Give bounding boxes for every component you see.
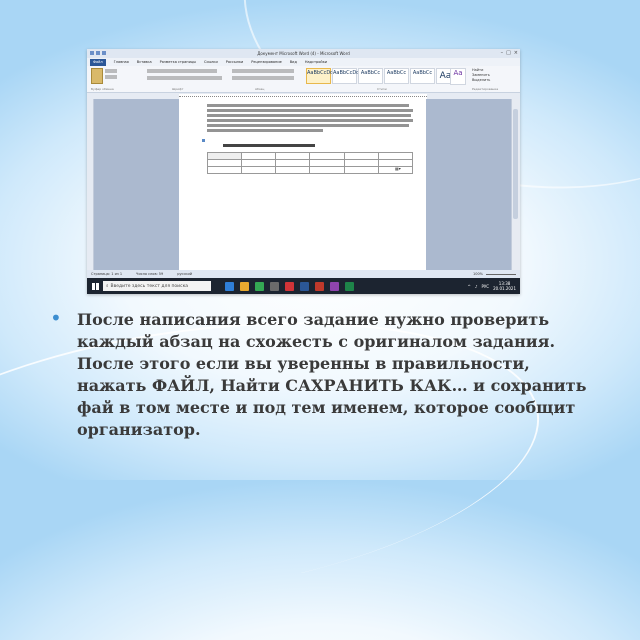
maximize-icon[interactable]: □ — [506, 50, 511, 56]
word-icon[interactable] — [300, 281, 309, 291]
chrome-icon[interactable] — [255, 281, 264, 291]
tray-language[interactable]: РУС — [481, 284, 489, 289]
taskbar-apps — [225, 281, 354, 291]
style-no-spacing[interactable]: AaBbCcDd — [332, 68, 359, 84]
search-icon: ⌕ — [106, 284, 109, 289]
cut-icon[interactable] — [105, 69, 117, 73]
style-heading-1[interactable]: AaBbCc — [358, 68, 383, 84]
quick-access-toolbar[interactable] — [90, 51, 106, 55]
vertical-ruler[interactable] — [87, 99, 94, 270]
document-area: ▦▾ — [87, 99, 520, 270]
ribbon-tabs: Файл Главная Вставка Разметка страницы С… — [87, 58, 520, 66]
font-format-buttons[interactable] — [147, 76, 222, 80]
title-bar: Документ Microsoft Word (4) - Microsoft … — [87, 49, 520, 58]
store-icon[interactable] — [270, 281, 279, 291]
tab-review[interactable]: Рецензирование — [251, 60, 282, 64]
status-bar: Страница: 1 из 1 Число слов: 59 русский … — [87, 270, 520, 278]
taskbar-search-placeholder: Введите здесь текст для поиска — [110, 283, 189, 289]
copy-icon[interactable] — [105, 75, 117, 79]
tab-addins[interactable]: Надстройки — [305, 60, 327, 64]
tab-mailings[interactable]: Рассылки — [226, 60, 244, 64]
vertical-scrollbar[interactable] — [511, 99, 520, 270]
group-label-clipboard: Буфер обмена — [91, 87, 114, 91]
media-icon[interactable] — [330, 281, 339, 291]
start-button[interactable] — [87, 278, 103, 294]
group-label-editing: Редактирование — [472, 87, 499, 91]
ribbon: AaBbCcDd AaBbCcDd AaBbCc AaBbCc AaBbCc A… — [87, 66, 520, 93]
excel-icon[interactable] — [345, 281, 354, 291]
status-language[interactable]: русский — [177, 272, 192, 276]
pdf-icon[interactable] — [285, 281, 294, 291]
document-paragraph — [207, 102, 417, 134]
table-caption — [223, 142, 315, 147]
group-label-styles: Стили — [377, 87, 387, 91]
close-icon[interactable]: × — [514, 50, 518, 56]
volume-icon[interactable]: ♪ — [475, 284, 478, 289]
window-controls[interactable]: – □ × — [501, 50, 518, 56]
word-screenshot: Документ Microsoft Word (4) - Microsoft … — [87, 49, 520, 294]
list-buttons[interactable] — [232, 69, 294, 73]
font-selector[interactable] — [147, 69, 217, 73]
tab-references[interactable]: Ссылки — [204, 60, 218, 64]
tab-insert[interactable]: Вставка — [137, 60, 152, 64]
align-buttons[interactable] — [232, 76, 294, 80]
zoom-control[interactable]: 100% — [473, 272, 516, 276]
tab-home[interactable]: Главная — [114, 60, 129, 64]
edge-icon[interactable] — [225, 281, 234, 291]
taskbar: ⌕ Введите здесь текст для поиска ^ ♪ РУС… — [87, 278, 520, 294]
tab-file[interactable]: Файл — [90, 58, 106, 66]
paste-icon[interactable] — [91, 68, 103, 84]
style-heading-2[interactable]: AaBbCc — [384, 68, 409, 84]
clock[interactable]: 13:38 20.01.2021 — [493, 281, 516, 291]
select-button[interactable]: Выделить — [472, 78, 490, 83]
taskbar-search[interactable]: ⌕ Введите здесь текст для поиска — [103, 281, 211, 291]
paste-options-icon[interactable]: ▦▾ — [395, 166, 401, 171]
group-label-font: Шрифт — [172, 87, 184, 91]
tab-layout[interactable]: Разметка страницы — [160, 60, 196, 64]
editing-group: Найти Заменить Выделить — [472, 68, 490, 83]
app-icon[interactable] — [315, 281, 324, 291]
status-page[interactable]: Страница: 1 из 1 — [91, 272, 122, 276]
slide-bullet-text: После написания всего задание нужно пров… — [77, 310, 587, 439]
zoom-level: 100% — [472, 272, 483, 276]
windows-icon — [91, 282, 99, 290]
system-tray: ^ ♪ РУС 13:38 20.01.2021 — [468, 281, 520, 291]
chevron-up-icon[interactable]: ^ — [468, 284, 471, 289]
minimize-icon[interactable]: – — [501, 50, 504, 56]
clock-date: 20.01.2021 — [493, 286, 516, 291]
change-styles-icon[interactable]: Aa — [450, 68, 466, 85]
document-table — [206, 152, 414, 174]
bullet-icon: • — [50, 306, 62, 330]
document-page[interactable]: ▦▾ — [179, 99, 426, 270]
window-title: Документ Microsoft Word (4) - Microsoft … — [257, 51, 350, 56]
style-title[interactable]: AaBbCc — [410, 68, 435, 84]
explorer-icon[interactable] — [240, 281, 249, 291]
style-normal[interactable]: AaBbCcDd — [306, 68, 333, 84]
styles-gallery: AaBbCcDd AaBbCcDd AaBbCc AaBbCc AaBbCc A… — [306, 68, 461, 84]
paragraph-marker-icon — [202, 139, 205, 142]
tab-view[interactable]: Вид — [290, 60, 297, 64]
status-words[interactable]: Число слов: 59 — [136, 272, 163, 276]
group-label-paragraph: Абзац — [255, 87, 265, 91]
zoom-slider[interactable] — [486, 273, 516, 275]
